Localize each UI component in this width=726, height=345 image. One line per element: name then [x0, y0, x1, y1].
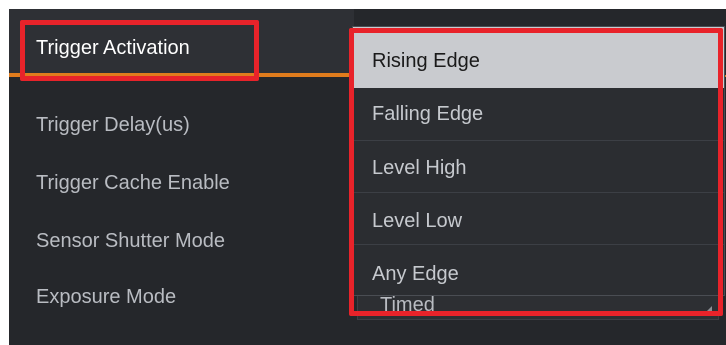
exposure-mode-row[interactable]: Exposure Mode	[9, 261, 354, 317]
sensor-shutter-mode-row[interactable]: Sensor Shutter Mode	[9, 204, 354, 260]
annotation-highlight-label	[20, 20, 259, 81]
trigger-delay-row[interactable]: Trigger Delay(us)	[9, 89, 354, 145]
trigger-cache-enable-label: Trigger Cache Enable	[36, 172, 230, 194]
sensor-shutter-mode-label: Sensor Shutter Mode	[36, 230, 225, 252]
trigger-cache-enable-row[interactable]: Trigger Cache Enable	[9, 147, 354, 203]
annotation-highlight-dropdown	[349, 28, 723, 316]
trigger-delay-label: Trigger Delay(us)	[36, 114, 190, 136]
exposure-mode-label: Exposure Mode	[36, 286, 177, 308]
